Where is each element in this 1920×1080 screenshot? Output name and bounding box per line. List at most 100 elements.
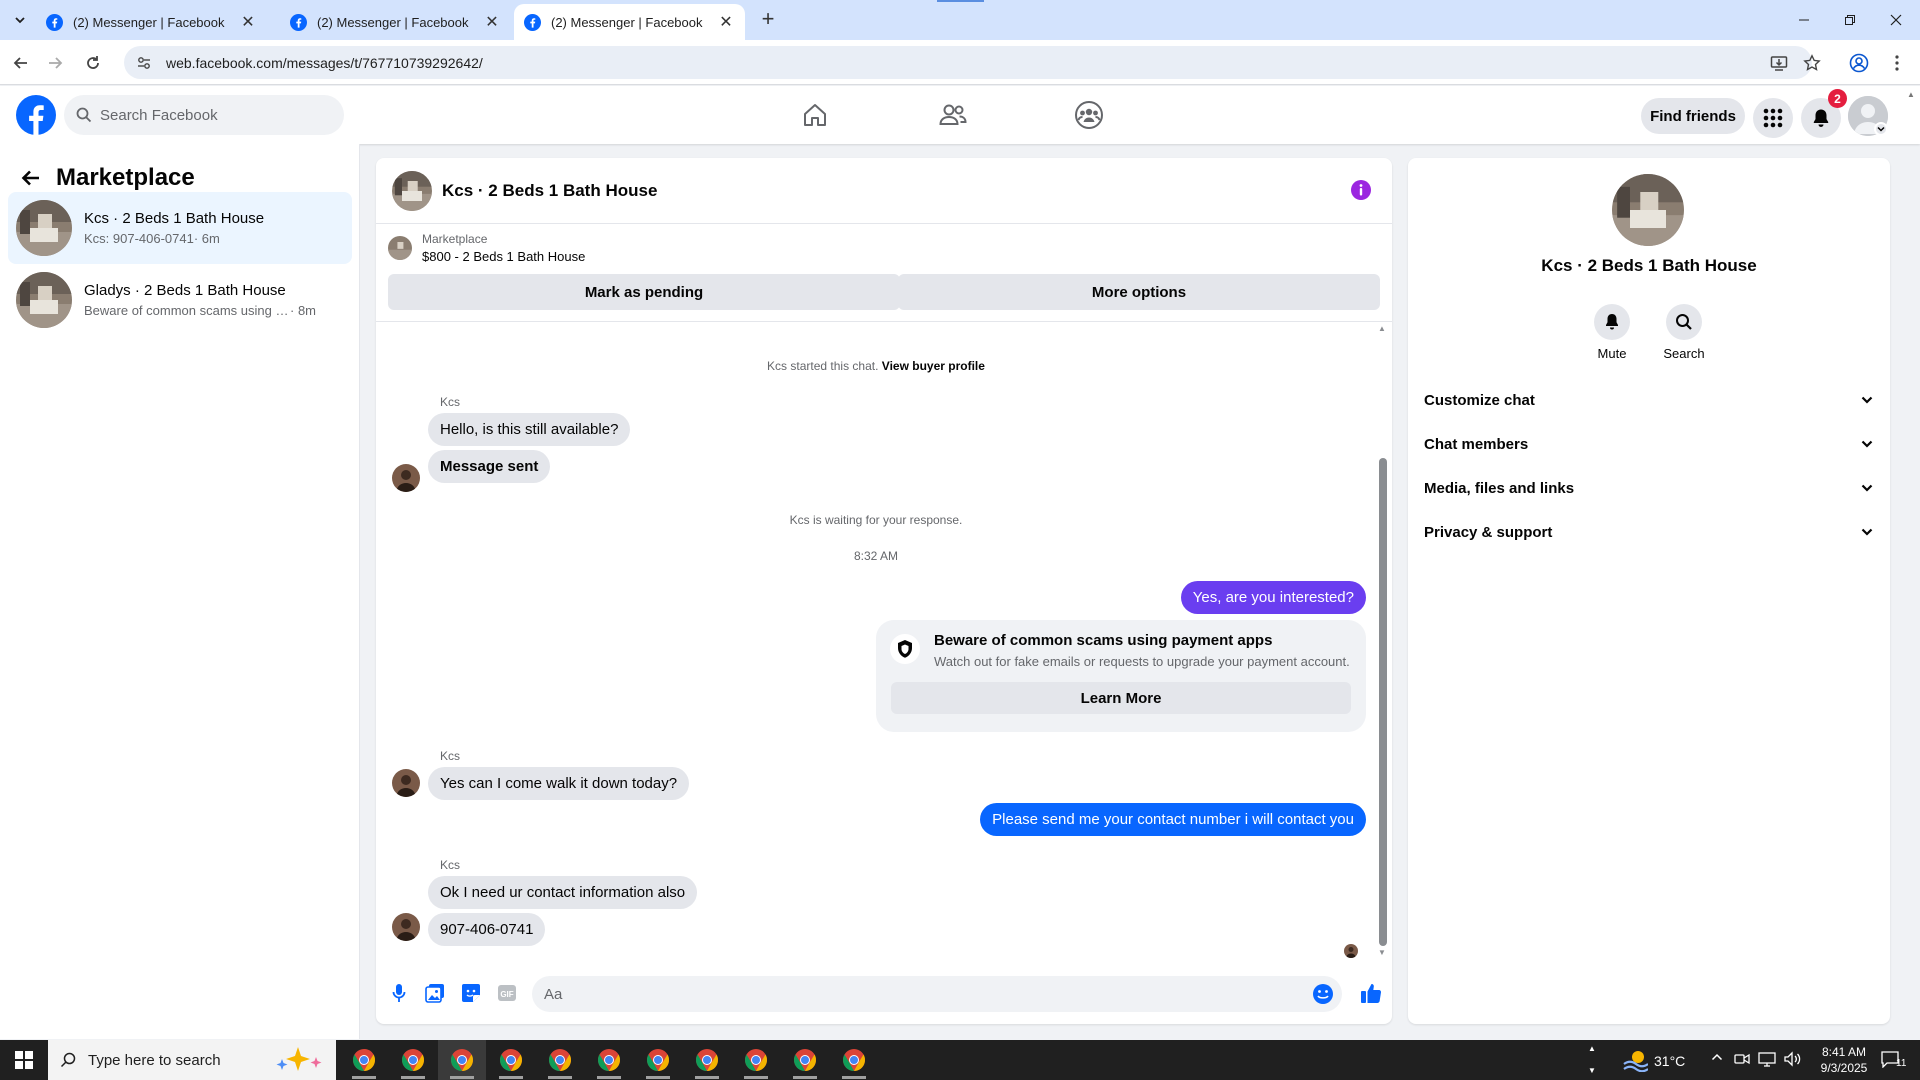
- media-files-links-section[interactable]: Media, files and links: [1424, 468, 1874, 508]
- taskbar-chrome-7[interactable]: [634, 1040, 682, 1080]
- chat-scroll-up-arrow[interactable]: ▲: [1376, 324, 1388, 333]
- taskbar-chrome-5[interactable]: [536, 1040, 584, 1080]
- chevron-up-icon[interactable]: [1710, 1050, 1724, 1064]
- message-composer[interactable]: [532, 976, 1342, 1012]
- info-icon[interactable]: [1350, 179, 1372, 201]
- taskbar-chrome-10[interactable]: [781, 1040, 829, 1080]
- message-incoming[interactable]: Yes can I come walk it down today?: [428, 767, 690, 800]
- mark-as-pending-button[interactable]: Mark as pending: [388, 274, 900, 310]
- sender-avatar[interactable]: [392, 769, 420, 797]
- sender-avatar[interactable]: [392, 913, 420, 941]
- notification-center-button[interactable]: 11: [1880, 1050, 1912, 1069]
- chat-members-section[interactable]: Chat members: [1424, 424, 1874, 464]
- gif-icon[interactable]: GIF: [494, 980, 520, 1006]
- sticker-icon[interactable]: [458, 980, 484, 1006]
- profile-button[interactable]: [1846, 50, 1872, 76]
- bookmark-button[interactable]: [1799, 50, 1825, 76]
- facebook-search-input[interactable]: [100, 106, 320, 124]
- taskbar-chrome-8[interactable]: [683, 1040, 731, 1080]
- sender-name: Kcs: [440, 749, 461, 763]
- like-icon[interactable]: [1358, 980, 1384, 1006]
- back-button[interactable]: [8, 50, 34, 76]
- microphone-icon[interactable]: [386, 980, 412, 1006]
- facebook-logo-icon[interactable]: [16, 95, 56, 135]
- conversation-preview: Kcs: 907-406-0741: [84, 231, 194, 246]
- taskbar-search[interactable]: Type here to search: [48, 1040, 336, 1080]
- taskbar-scroll-down[interactable]: ▼: [1586, 1066, 1598, 1075]
- message-incoming[interactable]: Hello, is this still available?: [428, 413, 631, 446]
- learn-more-button[interactable]: Learn More: [891, 682, 1351, 714]
- close-icon[interactable]: ✕: [483, 13, 501, 31]
- chat-title[interactable]: Kcs · 2 Beds 1 Bath House: [442, 181, 657, 201]
- house-photo-icon: [16, 200, 72, 256]
- taskbar-chrome-6[interactable]: [585, 1040, 633, 1080]
- volume-icon[interactable]: [1784, 1051, 1802, 1067]
- conversation-item-kcs[interactable]: Kcs · 2 Beds 1 Bath House Kcs: 907-406-0…: [8, 192, 352, 264]
- listing-thumbnail: [16, 272, 72, 328]
- taskbar-chrome-3[interactable]: [438, 1040, 486, 1080]
- view-buyer-profile-link[interactable]: View buyer profile: [882, 359, 985, 373]
- message-incoming[interactable]: Message sent: [428, 450, 551, 483]
- message-incoming[interactable]: 907-406-0741: [428, 913, 546, 946]
- weather-icon[interactable]: [1622, 1048, 1648, 1072]
- mute-button[interactable]: Mute: [1576, 304, 1648, 361]
- account-caret[interactable]: [1874, 122, 1888, 136]
- taskbar-scroll-up[interactable]: ▲: [1586, 1044, 1598, 1053]
- menu-grid-button[interactable]: [1753, 98, 1793, 138]
- nav-groups[interactable]: [1033, 86, 1145, 144]
- restore-button[interactable]: [1827, 0, 1873, 40]
- forward-button[interactable]: [42, 50, 68, 76]
- emoji-icon[interactable]: [1312, 983, 1334, 1005]
- sender-avatar[interactable]: [392, 464, 420, 492]
- search-conversation-button[interactable]: Search: [1648, 304, 1720, 361]
- back-button[interactable]: [16, 163, 46, 193]
- privacy-support-section[interactable]: Privacy & support: [1424, 512, 1874, 552]
- browser-tab-3[interactable]: (2) Messenger | Facebook ✕: [514, 4, 745, 40]
- tab-search-button[interactable]: [8, 8, 32, 32]
- taskbar-chrome-4[interactable]: [487, 1040, 535, 1080]
- nav-home[interactable]: [759, 86, 871, 144]
- taskbar-chrome-9[interactable]: [732, 1040, 780, 1080]
- conversation-item-gladys[interactable]: Gladys · 2 Beds 1 Bath House Beware of c…: [8, 264, 352, 336]
- start-button[interactable]: [0, 1040, 48, 1080]
- chrome-icon: [696, 1049, 718, 1071]
- address-bar[interactable]: web.facebook.com/messages/t/767710739292…: [124, 46, 1812, 79]
- chat-scroll-down-arrow[interactable]: ▼: [1376, 948, 1388, 957]
- browser-tab-2[interactable]: (2) Messenger | Facebook ✕: [280, 4, 511, 40]
- install-app-button[interactable]: [1766, 50, 1792, 76]
- customize-chat-section[interactable]: Customize chat: [1424, 380, 1874, 420]
- new-tab-button[interactable]: +: [756, 8, 780, 32]
- menu-button[interactable]: [1884, 50, 1910, 76]
- facebook-search[interactable]: [64, 95, 344, 135]
- find-friends-button[interactable]: Find friends: [1641, 98, 1745, 134]
- listing-avatar[interactable]: [1612, 174, 1684, 246]
- more-options-button[interactable]: More options: [898, 274, 1380, 310]
- scam-warning-card: Beware of common scams using payment app…: [876, 620, 1366, 732]
- photo-icon[interactable]: [422, 980, 448, 1006]
- taskbar-chrome-2[interactable]: [389, 1040, 437, 1080]
- chat-scrollbar[interactable]: [1379, 458, 1387, 946]
- message-outgoing[interactable]: Please send me your contact number i wil…: [980, 803, 1366, 836]
- chat-thumbnail[interactable]: [392, 170, 432, 211]
- scam-warning-title: Beware of common scams using payment app…: [934, 632, 1273, 649]
- site-info-icon: [138, 56, 150, 69]
- nav-friends[interactable]: [897, 86, 1009, 144]
- reload-button[interactable]: [80, 50, 106, 76]
- message-incoming[interactable]: Ok I need ur contact information also: [428, 876, 698, 909]
- browser-tab-1[interactable]: (2) Messenger | Facebook ✕: [36, 4, 267, 40]
- clock[interactable]: 8:41 AM 9/3/2025: [1808, 1044, 1880, 1076]
- message-input[interactable]: [544, 985, 1284, 1003]
- close-window-button[interactable]: [1873, 0, 1919, 40]
- seen-indicator-avatar: [1344, 944, 1358, 958]
- message-outgoing[interactable]: Yes, are you interested?: [1180, 581, 1366, 614]
- page-scroll-up-arrow[interactable]: ▲: [1907, 90, 1915, 99]
- taskbar-chrome-11[interactable]: [830, 1040, 878, 1080]
- taskbar-chrome-1[interactable]: [340, 1040, 388, 1080]
- clock-date: 9/3/2025: [1820, 1061, 1868, 1075]
- close-icon[interactable]: ✕: [239, 13, 257, 31]
- close-icon[interactable]: ✕: [717, 13, 735, 31]
- network-icon[interactable]: [1758, 1051, 1776, 1067]
- minimize-button[interactable]: [1781, 0, 1827, 40]
- meet-now-icon[interactable]: [1734, 1051, 1750, 1067]
- listing-info[interactable]: Marketplace $800 - 2 Beds 1 Bath House: [388, 232, 585, 264]
